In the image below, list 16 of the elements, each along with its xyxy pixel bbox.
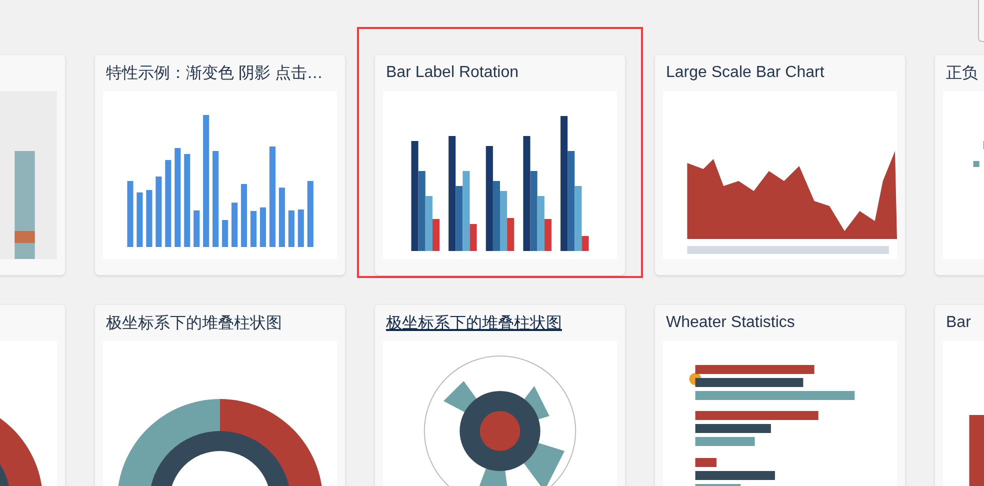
card-title[interactable]: 极坐标系下的堆叠柱状图 (386, 312, 562, 334)
chart-card[interactable]: 极坐标系下的堆叠柱状图 (95, 305, 345, 486)
card-title[interactable]: 正负 (946, 62, 978, 84)
card-title[interactable]: Bar Label Rotation (386, 64, 519, 82)
chart-card[interactable]: Bar (935, 305, 984, 486)
card-title[interactable]: Large Scale Bar Chart (666, 64, 824, 82)
chart-card[interactable]: Wheater Statistics (655, 305, 905, 486)
chart-card[interactable]: 极坐标系下的堆叠柱状图 (375, 305, 625, 486)
chart-card[interactable]: Large Scale Bar Chart (655, 55, 905, 275)
chart-card[interactable]: 正负 (935, 55, 984, 275)
chart-card[interactable]: 特性示例：渐变色 阴影 点击… (95, 55, 345, 275)
card-title[interactable]: 极坐标系下的堆叠柱状图 (106, 312, 282, 334)
chart-card[interactable]: Bar Label Rotation (375, 55, 625, 275)
card-title[interactable]: Wheater Statistics (666, 314, 795, 332)
card-title[interactable]: 特性示例：渐变色 阴影 点击… (106, 62, 323, 84)
card-title[interactable]: Bar (946, 314, 971, 332)
